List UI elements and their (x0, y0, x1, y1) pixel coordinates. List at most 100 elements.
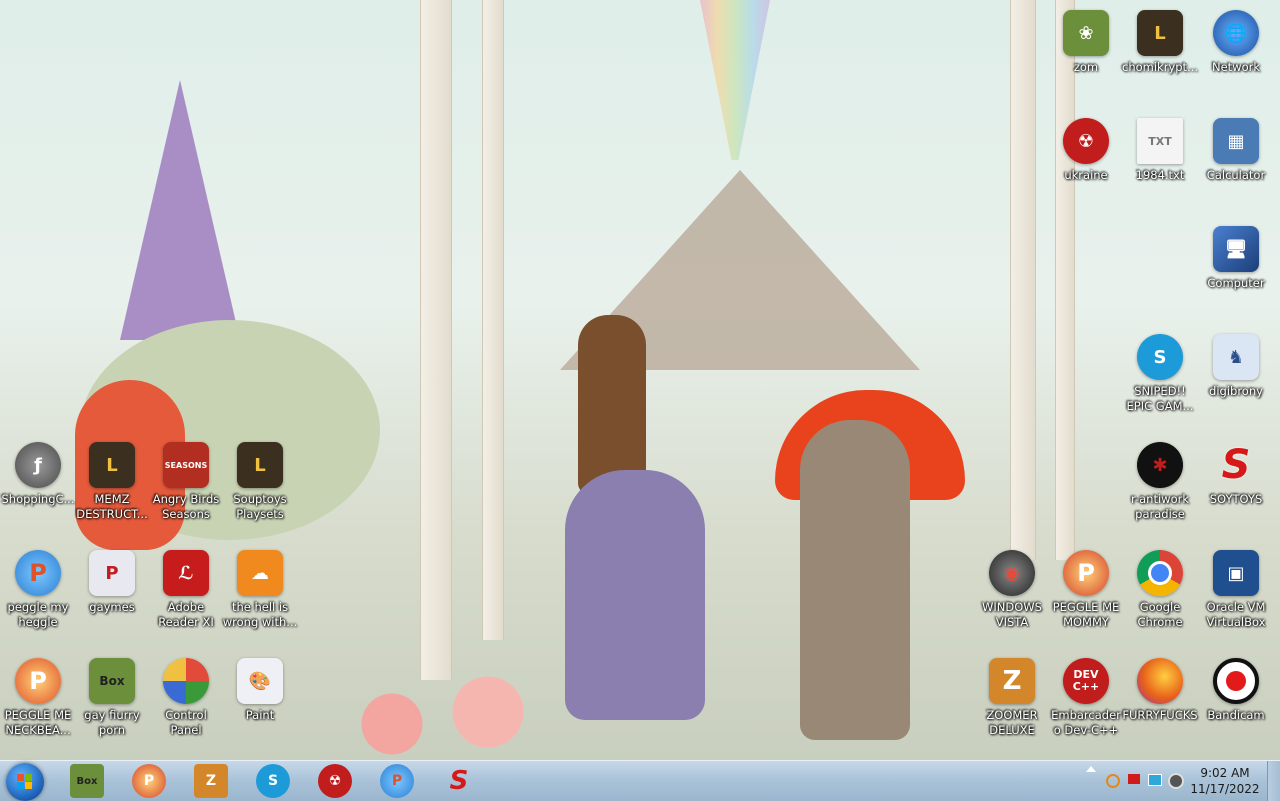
zom-icon: ❀ (1063, 10, 1109, 56)
wallpaper-tree (1010, 0, 1036, 560)
desktop-icon-peggle-me-mommy[interactable]: P PEGGLE ME MOMMY (1048, 550, 1124, 630)
icon-label: FURRYFUCKS (1122, 708, 1198, 722)
icon-label: Google Chrome (1137, 600, 1183, 629)
desktop-icon-adobe-reader[interactable]: ℒ Adobe Reader XI (148, 550, 224, 630)
tray-expand-arrow-icon[interactable] (1086, 766, 1096, 772)
icon-label: Paint (245, 708, 275, 722)
desktop-icon-bandicam[interactable]: Bandicam (1198, 658, 1274, 723)
desktop-icon-soytoys[interactable]: S SOYTOYS (1198, 442, 1274, 507)
desktop-icon-1984-txt[interactable]: TXT 1984.txt (1122, 118, 1198, 183)
icon-label: Control Panel (165, 708, 207, 737)
peggle-icon: P (15, 658, 61, 704)
desktop-icon-sniped[interactable]: S SNIPED!! EPIC GAM... (1122, 334, 1198, 414)
desktop-icon-zoomer-deluxe[interactable]: Z ZOOMER DELUXE (974, 658, 1050, 738)
desktop-icon-angry-birds[interactable]: SEASONS Angry Birds Seasons (148, 442, 224, 522)
system-tray: 9:02 AM 11/17/2022 (1080, 761, 1280, 801)
desktop-icon-souptoys[interactable]: L Souptoys Playsets (222, 442, 298, 522)
desktop-icon-virtualbox[interactable]: ▣ Oracle VM VirtualBox (1198, 550, 1274, 630)
taskbar-app-box[interactable]: Box (70, 764, 104, 798)
desktop-icon-peggle-my-heggle[interactable]: P peggle my heggle (0, 550, 76, 630)
desktop-icon-control-panel[interactable]: Control Panel (148, 658, 224, 738)
icon-label: digibrony (1209, 384, 1263, 398)
icon-label: gay fiurry porn (84, 708, 140, 737)
wallpaper-mountain-left (120, 80, 240, 340)
clock[interactable]: 9:02 AM 11/17/2022 (1190, 765, 1260, 797)
clock-time: 9:02 AM (1200, 766, 1250, 780)
desktop-icon-gaymes[interactable]: P gaymes (74, 550, 150, 615)
desktop-icon-paint[interactable]: 🎨 Paint (222, 658, 298, 723)
zoomer-icon: Z (989, 658, 1035, 704)
taskbar: Box P Z S ☢ P S 9:02 AM 11/17/2022 (0, 760, 1280, 801)
wallpaper-girl-character (565, 470, 705, 720)
uc-browser-icon: ☁ (237, 550, 283, 596)
skype-icon: S (1137, 334, 1183, 380)
taskbar-app-soytoys[interactable]: S (442, 764, 476, 798)
start-button[interactable] (6, 763, 44, 801)
desktop-icon-windows-vista[interactable]: ◉ WINDOWS VISTA (974, 550, 1050, 630)
network-icon: 🌐 (1213, 10, 1259, 56)
icon-label: Adobe Reader XI (158, 600, 214, 629)
icon-label: the hell is wrong with... (222, 600, 298, 629)
icon-label: WINDOWS VISTA (982, 600, 1042, 629)
clock-date: 11/17/2022 (1190, 782, 1260, 796)
search-tray-icon[interactable] (1106, 774, 1120, 788)
desktop-icon-devcpp[interactable]: DEV C++ Embarcadero Dev-C++ (1048, 658, 1124, 738)
firefox-icon (1137, 658, 1183, 704)
show-desktop-button[interactable] (1267, 761, 1280, 801)
icon-label: 1984.txt (1135, 168, 1185, 182)
network-tray-icon[interactable] (1148, 774, 1162, 786)
vista-icon: ◉ (989, 550, 1035, 596)
devcpp-icon: DEV C++ (1063, 658, 1109, 704)
chrome-icon (1137, 550, 1183, 596)
desktop-icon-shoppingc[interactable]: ƒ ShoppingC... (0, 442, 76, 507)
icon-label: Calculator (1206, 168, 1266, 182)
icon-label: SOYTOYS (1209, 492, 1263, 506)
icon-label: ShoppingC... (1, 492, 75, 506)
icon-label: chomikrypt... (1122, 60, 1199, 74)
desktop-icon-google-chrome[interactable]: Google Chrome (1122, 550, 1198, 630)
desktop-icon-furryfucks[interactable]: FURRYFUCKS (1122, 658, 1198, 723)
desktop-icon-digibrony[interactable]: ♞ digibrony (1198, 334, 1274, 399)
desktop-icon-gay-fiurry[interactable]: Box gay fiurry porn (74, 658, 150, 738)
souptoys-icon: L (237, 442, 283, 488)
desktop-icon-peggle-neckbeard[interactable]: P PEGGLE ME NECKBEA... (0, 658, 76, 738)
icon-label: SNIPED!! EPIC GAM... (1126, 384, 1194, 413)
taskbar-app-peggle-2[interactable]: P (380, 764, 414, 798)
desktop-icon-memz[interactable]: L MEMZ DESTRUCT... (74, 442, 150, 522)
paint-icon: 🎨 (237, 658, 283, 704)
wallpaper-tree (482, 0, 504, 640)
flash-icon: ƒ (15, 442, 61, 488)
desktop-icon-antiwork[interactable]: ✱ r-antiwork paradise (1122, 442, 1198, 522)
icon-label: Oracle VM VirtualBox (1206, 600, 1266, 629)
wallpaper-tree (1055, 0, 1075, 560)
desktop-icon-calculator[interactable]: ▦ Calculator (1198, 118, 1274, 183)
peggle-icon: P (1063, 550, 1109, 596)
desktop-icon-chomikrypt[interactable]: L chomikrypt... (1122, 10, 1198, 75)
desktop-icon-uc-browser[interactable]: ☁ the hell is wrong with... (222, 550, 298, 630)
radiation-icon: ☢ (1063, 118, 1109, 164)
taskbar-app-skype[interactable]: S (256, 764, 290, 798)
icon-label: Angry Birds Seasons (152, 492, 220, 521)
taskbar-app-radiation[interactable]: ☢ (318, 764, 352, 798)
peggle-icon: P (15, 550, 61, 596)
box-icon: Box (89, 658, 135, 704)
icon-label: ZOOMER DELUXE (986, 708, 1038, 737)
desktop-icon-network[interactable]: 🌐 Network (1198, 10, 1274, 75)
chomikrypt-icon: L (1137, 10, 1183, 56)
taskbar-app-peggle[interactable]: P (132, 764, 166, 798)
wallpaper-rainbow (700, 0, 770, 160)
flag-tray-icon[interactable] (1128, 774, 1140, 784)
virtualbox-icon: ▣ (1213, 550, 1259, 596)
text-file-icon: TXT (1137, 118, 1183, 164)
icon-label: Bandicam (1207, 708, 1265, 722)
desktop[interactable]: ❀ zom L chomikrypt... 🌐 Network ☢ ukrain… (0, 0, 1280, 760)
gaymes-icon: P (89, 550, 135, 596)
desktop-icon-ukraine[interactable]: ☢ ukraine (1048, 118, 1124, 183)
icon-label: PEGGLE ME NECKBEA... (4, 708, 72, 737)
volume-tray-icon[interactable] (1168, 773, 1184, 789)
desktop-icon-computer[interactable]: 🖥 Computer (1198, 226, 1274, 291)
digibrony-icon: ♞ (1213, 334, 1259, 380)
taskbar-app-zoomer[interactable]: Z (194, 764, 228, 798)
icon-label: Computer (1207, 276, 1265, 290)
desktop-icon-zom[interactable]: ❀ zom (1048, 10, 1124, 75)
